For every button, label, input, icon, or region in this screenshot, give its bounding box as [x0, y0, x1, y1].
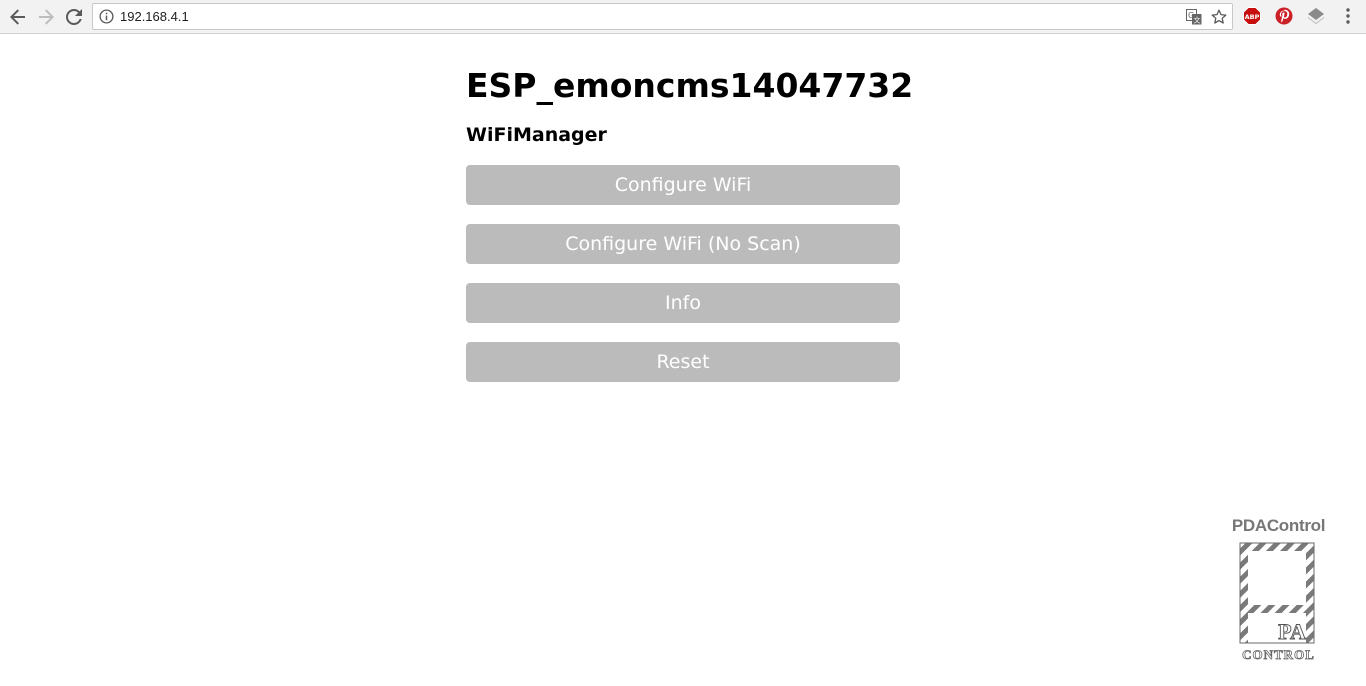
adblock-extension[interactable]: ABP — [1242, 6, 1262, 26]
reset-button[interactable]: Reset — [466, 342, 900, 382]
info-button[interactable]: Info — [466, 283, 900, 323]
star-icon — [1211, 9, 1227, 24]
reload-button[interactable] — [62, 5, 86, 29]
browser-toolbar: 192.168.4.1 G文 ABP — [0, 0, 1366, 34]
arrow-right-icon — [39, 9, 54, 25]
translate-button[interactable]: G文 — [1185, 8, 1203, 26]
wifimanager-panel: ESP_emoncms14047732 WiFiManager Configur… — [466, 60, 914, 382]
svg-text:PA: PA — [1278, 619, 1306, 644]
pinterest-icon — [1275, 7, 1293, 25]
watermark-sub: CONTROL — [1242, 647, 1315, 663]
browser-menu-button[interactable] — [1338, 6, 1358, 26]
page-subtitle: WiFiManager — [466, 124, 607, 146]
svg-text:文: 文 — [1194, 16, 1201, 25]
layers-icon — [1308, 8, 1324, 24]
abp-icon: ABP — [1243, 7, 1261, 25]
configure-wifi-button[interactable]: Configure WiFi — [466, 165, 900, 205]
forward-button[interactable] — [34, 5, 58, 29]
kebab-menu-icon — [1346, 8, 1350, 24]
back-button[interactable] — [6, 5, 30, 29]
pinterest-extension[interactable] — [1274, 6, 1294, 26]
svg-text:ABP: ABP — [1245, 13, 1260, 21]
bookmark-button[interactable] — [1210, 8, 1228, 26]
layers-extension[interactable] — [1306, 6, 1326, 26]
reload-icon — [66, 9, 82, 25]
translate-icon: G文 — [1186, 9, 1202, 25]
url-text[interactable]: 192.168.4.1 — [120, 8, 189, 26]
arrow-left-icon — [10, 9, 25, 25]
page-title: ESP_emoncms14047732 — [466, 66, 914, 105]
pdacontrol-watermark: PDAControl PA CONTROL — [1216, 516, 1341, 668]
configure-wifi-no-scan-button[interactable]: Configure WiFi (No Scan) — [466, 224, 900, 264]
address-bar[interactable]: 192.168.4.1 G文 — [92, 3, 1233, 30]
info-icon[interactable] — [99, 9, 114, 24]
pdacontrol-logo: PA — [1239, 542, 1315, 644]
